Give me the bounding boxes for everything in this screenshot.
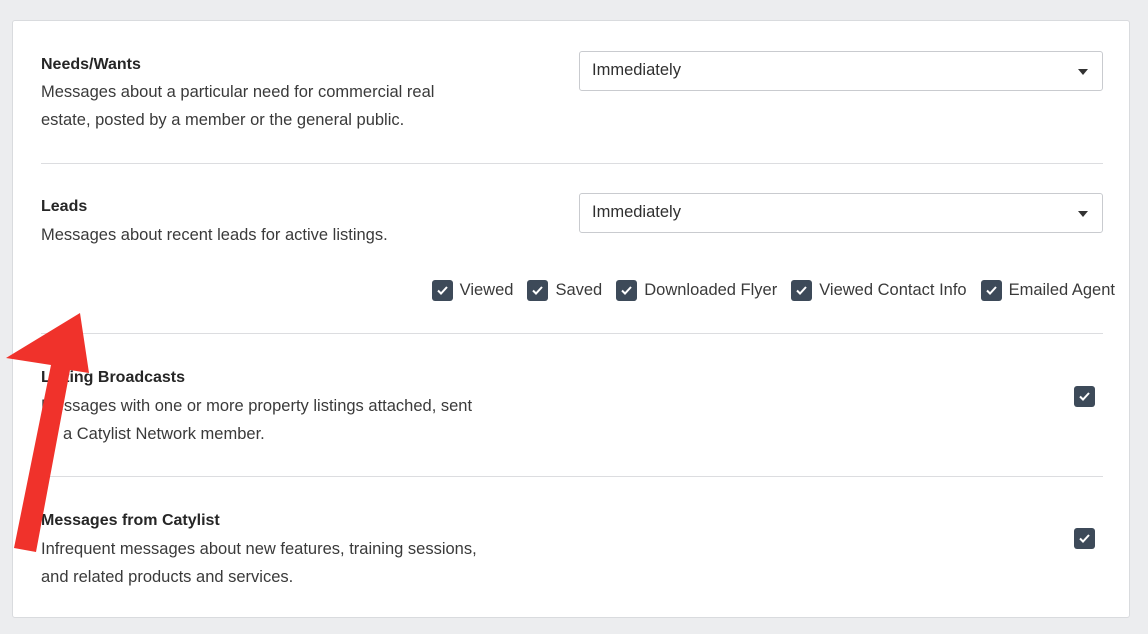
caret-down-icon [1078, 211, 1088, 217]
leads-frequency-select[interactable]: Immediately [579, 193, 1103, 233]
messages-from-catylist-desc-line1: Infrequent messages about new features, … [41, 540, 477, 558]
leads-options-row: Viewed Saved Downloaded Flyer Viewed Con… [418, 280, 1115, 301]
caret-down-icon [1078, 69, 1088, 75]
option-viewed[interactable]: Viewed [431, 280, 514, 301]
check-icon [532, 286, 544, 295]
viewed-contact-info-label: Viewed Contact Info [819, 281, 967, 299]
option-emailed-agent[interactable]: Emailed Agent [980, 280, 1115, 301]
messages-from-catylist-checkbox[interactable] [1074, 528, 1095, 549]
needs-wants-desc-line1: Messages about a particular need for com… [41, 83, 435, 101]
needs-wants-title: Needs/Wants [41, 56, 141, 73]
notification-settings-panel: Needs/Wants Messages about a particular … [12, 20, 1130, 618]
needs-wants-desc-line2: estate, posted by a member or the genera… [41, 111, 405, 129]
listing-broadcasts-title: Listing Broadcasts [41, 369, 186, 386]
check-icon [621, 286, 632, 295]
saved-label: Saved [555, 281, 603, 299]
option-viewed-contact-info[interactable]: Viewed Contact Info [791, 280, 967, 301]
emailed-agent-label: Emailed Agent [1008, 281, 1115, 299]
leads-desc: Messages about recent leads for active l… [41, 226, 388, 244]
leads-title: Leads [41, 198, 88, 215]
listing-broadcasts-desc-line2: by a Catylist Network member. [41, 425, 265, 443]
saved-checkbox[interactable] [527, 280, 549, 301]
check-icon [436, 286, 448, 295]
needs-wants-frequency-value: Immediately [592, 61, 681, 79]
check-icon [796, 286, 807, 295]
option-saved[interactable]: Saved [527, 280, 602, 301]
downloaded-flyer-label: Downloaded Flyer [644, 281, 778, 299]
listing-broadcasts-checkbox[interactable] [1074, 386, 1095, 407]
downloaded-flyer-checkbox[interactable] [616, 280, 638, 301]
listing-broadcasts-desc-line1: Messages with one or more property listi… [41, 397, 473, 415]
emailed-agent-checkbox[interactable] [980, 280, 1002, 301]
messages-from-catylist-desc-line2: and related products and services. [41, 568, 294, 586]
leads-frequency-value: Immediately [592, 203, 681, 221]
viewed-label: Viewed [459, 281, 514, 299]
divider [41, 333, 1103, 334]
viewed-contact-info-checkbox[interactable] [791, 280, 813, 301]
divider [41, 476, 1103, 477]
viewed-checkbox[interactable] [431, 280, 453, 301]
messages-from-catylist-title: Messages from Catylist [41, 512, 220, 529]
check-icon [985, 286, 997, 295]
needs-wants-frequency-select[interactable]: Immediately [579, 51, 1103, 91]
check-icon [1079, 392, 1090, 401]
divider [41, 163, 1103, 164]
check-icon [1079, 534, 1090, 543]
option-downloaded-flyer[interactable]: Downloaded Flyer [616, 280, 777, 301]
